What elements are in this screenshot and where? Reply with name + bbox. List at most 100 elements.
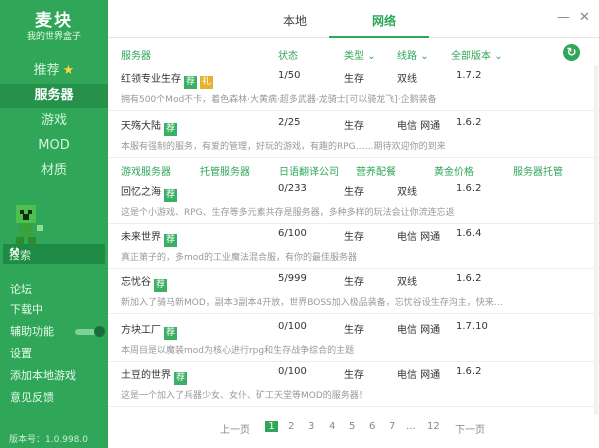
server-status: 5/999	[278, 273, 307, 284]
server-status: 0/233	[278, 183, 307, 194]
main-panel: 本地 网络 — ✕ 服务器 状态 类型 ⌄ 线路 ⌄ 全部版本 ⌄ ↻ 红领专业…	[108, 0, 599, 448]
pager-page[interactable]: 5	[349, 421, 355, 432]
server-description: 本服有强制的服务，有爱的管理，好玩的游戏，有趣的RPG……期待欢迎你的到来	[121, 142, 446, 152]
server-name-text: 土豆的世界	[121, 370, 171, 381]
server-type: 生存	[344, 277, 364, 288]
server-type: 生存	[344, 121, 364, 132]
server-description: 真正第子的，多mod的工业魔法混合服，有你的最佳服务器	[121, 253, 357, 263]
link-downloads[interactable]: 下载中	[10, 302, 43, 318]
server-row[interactable]: 回忆之海荐 0/233 生存 双线 1.6.2 这是个小游戏、RPG、生存等多元素共存是服…	[108, 178, 599, 224]
server-type: 生存	[344, 74, 364, 85]
server-version: 1.6.2	[456, 366, 482, 377]
server-row[interactable]: 土豆的世界荐 0/100 生存 电信 网通 1.6.2 这是一个加入了兵器少女、女仆、矿工…	[108, 361, 599, 407]
gift-badge: 礼	[200, 76, 213, 89]
server-version: 1.7.2	[456, 70, 482, 81]
recommend-badge: 荐	[184, 76, 197, 89]
header-type-label: 类型	[344, 51, 364, 62]
nav-label: 推荐	[33, 63, 60, 78]
server-name[interactable]: 土豆的世界荐	[121, 366, 187, 385]
nav-servers[interactable]: 服务器	[0, 84, 108, 108]
nav-label: MOD	[38, 138, 70, 153]
header-name: 服务器	[121, 51, 151, 62]
header-type[interactable]: 类型 ⌄	[344, 47, 376, 62]
server-route: 电信 网通	[397, 232, 441, 243]
assist-toggle[interactable]	[75, 326, 105, 337]
server-route: 双线	[397, 187, 417, 198]
server-name-text: 方块工厂	[121, 325, 161, 336]
server-row[interactable]: 未来世界荐 6/100 生存 电信 网通 1.6.4 真正第子的，多mod的工业魔法混合服…	[108, 223, 599, 269]
server-version: 1.6.2	[456, 273, 482, 284]
server-description: 本周目是以魔装mod为核心进行rpg和生存战争综合的主题	[121, 346, 355, 356]
refresh-icon[interactable]: ↻	[563, 44, 580, 61]
server-description: 这是个小游戏、RPG、生存等多元素共存是服务器，多种多样的玩法会让你流连忘返	[121, 208, 455, 218]
chevron-down-icon: ⌄	[367, 51, 376, 62]
pager-page[interactable]: 3	[308, 421, 314, 432]
search-input[interactable]: 搜索 ⚒	[3, 244, 105, 264]
server-row[interactable]: 方块工厂荐 0/100 生存 电信 网通 1.7.10 本周目是以魔装mod为核心进行rp…	[108, 316, 599, 362]
pager-next[interactable]: 下一页	[455, 421, 485, 436]
nav-label: 服务器	[34, 88, 74, 103]
server-version: 1.6.2	[456, 183, 482, 194]
server-version: 1.6.4	[456, 228, 482, 239]
header-version[interactable]: 全部版本 ⌄	[451, 47, 503, 62]
recommend-badge: 荐	[154, 279, 167, 292]
ad-link[interactable]: 日语翻译公司	[279, 163, 339, 178]
tab-local[interactable]: 本地	[283, 12, 307, 32]
link-forum[interactable]: 论坛	[10, 282, 32, 298]
server-row[interactable]: 红领专业生存荐礼 1/50 生存 双线 1.7.2 拥有500个Mod不卡，着色森林·大黄…	[108, 65, 599, 111]
ad-link[interactable]: 托管服务器	[200, 163, 250, 178]
tools-icon[interactable]: ⚒	[9, 245, 98, 259]
nav-mod[interactable]: MOD	[0, 134, 108, 158]
app-subtitle: 我的世界盒子	[26, 32, 81, 42]
minimize-button[interactable]: —	[557, 10, 570, 25]
nav-textures[interactable]: 材质	[0, 159, 108, 183]
link-assist[interactable]: 辅助功能	[10, 324, 54, 340]
server-name[interactable]: 忘忧谷荐	[121, 273, 167, 292]
ad-link[interactable]: 营养配餐	[356, 163, 396, 178]
server-route: 双线	[397, 74, 417, 85]
server-status: 2/25	[278, 117, 301, 128]
server-row[interactable]: 天殇大陆荐 2/25 生存 电信 网通 1.6.2 本服有强制的服务，有爱的管理，好玩的游…	[108, 112, 599, 158]
link-feedback[interactable]: 意见反馈	[10, 390, 54, 406]
server-name[interactable]: 未来世界荐	[121, 228, 177, 247]
pager-page[interactable]: 6	[369, 421, 375, 432]
pager-page[interactable]: 12	[427, 421, 440, 432]
server-version: 1.6.2	[456, 117, 482, 128]
server-type: 生存	[344, 325, 364, 336]
nav-games[interactable]: 游戏	[0, 109, 108, 133]
nav-recommend[interactable]: 推荐 ★	[0, 59, 108, 83]
server-name-text: 回忆之海	[121, 187, 161, 198]
ad-link[interactable]: 黄金价格	[434, 163, 474, 178]
tab-network[interactable]: 网络	[372, 12, 396, 32]
server-name-text: 红领专业生存	[121, 74, 181, 85]
tab-active-underline	[329, 36, 429, 38]
ad-link[interactable]: 服务器托管	[513, 163, 563, 178]
server-row[interactable]: 忘忧谷荐 5/999 生存 双线 1.6.2 新加入了骑马新MOD，副本3副本4开放，世界…	[108, 268, 599, 314]
pager-prev[interactable]: 上一页	[220, 421, 250, 436]
recommend-badge: 荐	[164, 123, 177, 136]
server-name[interactable]: 方块工厂荐	[121, 321, 177, 340]
link-add-local-game[interactable]: 添加本地游戏	[10, 368, 76, 384]
server-route: 电信 网通	[397, 370, 441, 381]
header-route[interactable]: 线路 ⌄	[397, 47, 429, 62]
scrollbar[interactable]	[594, 65, 598, 415]
pager-page[interactable]: 2	[288, 421, 294, 432]
chevron-down-icon: ⌄	[494, 51, 503, 62]
server-route: 双线	[397, 277, 417, 288]
server-name-text: 天殇大陆	[121, 121, 161, 132]
server-description: 这是一个加入了兵器少女、女仆、矿工天堂等MOD的服务器！	[121, 391, 368, 401]
star-icon: ★	[62, 63, 75, 78]
ad-link[interactable]: 游戏服务器	[121, 163, 171, 178]
close-button[interactable]: ✕	[579, 10, 590, 25]
link-settings[interactable]: 设置	[10, 346, 32, 362]
recommend-badge: 荐	[164, 327, 177, 340]
pager-page[interactable]: 4	[329, 421, 335, 432]
pager-page[interactable]: 7	[389, 421, 395, 432]
header-status: 状态	[278, 51, 298, 62]
pager-page[interactable]: 1	[265, 421, 278, 432]
recommend-badge: 荐	[174, 372, 187, 385]
server-name[interactable]: 天殇大陆荐	[121, 117, 177, 136]
ad-links: 游戏服务器 托管服务器 日语翻译公司 营养配餐 黄金价格 服务器托管	[108, 160, 599, 178]
server-name[interactable]: 红领专业生存荐礼	[121, 70, 213, 89]
server-name[interactable]: 回忆之海荐	[121, 183, 177, 202]
